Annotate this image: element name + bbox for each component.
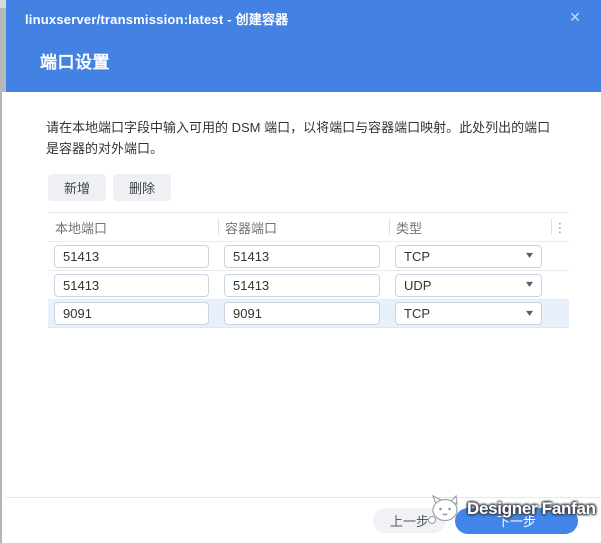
port-toolbar: 新增 删除 [48, 174, 563, 201]
table-row[interactable]: UDP ▾ [48, 270, 569, 299]
dialog-header: linuxserver/transmission:latest - 创建容器 ✕… [6, 0, 601, 92]
dialog-title: linuxserver/transmission:latest - 创建容器 [25, 12, 289, 27]
container-port-input[interactable] [224, 244, 380, 268]
page-title: 端口设置 [40, 53, 110, 72]
dialog-content: 请在本地端口字段中输入可用的 DSM 端口，以将端口与容器端口映射。此处列出的端… [6, 92, 601, 497]
local-port-input[interactable] [54, 244, 209, 268]
add-button[interactable]: 新增 [48, 174, 107, 201]
port-type-select[interactable]: UDP ▾ [395, 273, 542, 297]
next-button[interactable]: 下一步 [455, 507, 578, 534]
screen: linuxserver/transmission:latest - 创建容器 ✕… [0, 0, 601, 543]
port-type-value: UDP [404, 277, 432, 293]
dialog-footer: 上一步 下一步 [6, 497, 601, 543]
delete-button[interactable]: 删除 [113, 174, 172, 201]
table-row[interactable]: TCP ▾ [48, 241, 569, 270]
port-type-value: TCP [404, 306, 430, 321]
container-port-input[interactable] [224, 302, 380, 325]
instructions-text: 请在本地端口字段中输入可用的 DSM 端口，以将端口与容器端口映射。此处列出的端… [46, 120, 551, 156]
column-header-local-port[interactable]: 本地端口 [48, 213, 218, 241]
local-port-input[interactable] [54, 273, 209, 297]
column-settings-icon[interactable]: ⋮ [554, 221, 567, 234]
table-row-selected[interactable]: TCP ▾ [48, 299, 569, 328]
chevron-down-icon: ▾ [525, 307, 534, 319]
port-table: 本地端口 容器端口 类型 ⋮ TCP [48, 212, 569, 328]
chevron-down-icon: ▾ [525, 250, 534, 261]
local-port-input[interactable] [54, 302, 209, 325]
port-type-value: TCP [404, 248, 430, 264]
container-port-input[interactable] [224, 273, 380, 297]
chevron-down-icon: ▾ [525, 279, 534, 290]
column-header-container-port[interactable]: 容器端口 [218, 213, 389, 241]
column-header-type[interactable]: 类型 [389, 213, 551, 241]
create-container-dialog: linuxserver/transmission:latest - 创建容器 ✕… [6, 0, 601, 543]
port-type-select[interactable]: TCP ▾ [395, 302, 542, 325]
back-button[interactable]: 上一步 [373, 508, 446, 533]
port-table-header: 本地端口 容器端口 类型 ⋮ [48, 213, 569, 241]
background-left-line [0, 92, 2, 543]
port-type-select[interactable]: TCP ▾ [395, 244, 542, 268]
close-icon[interactable]: ✕ [565, 7, 585, 27]
